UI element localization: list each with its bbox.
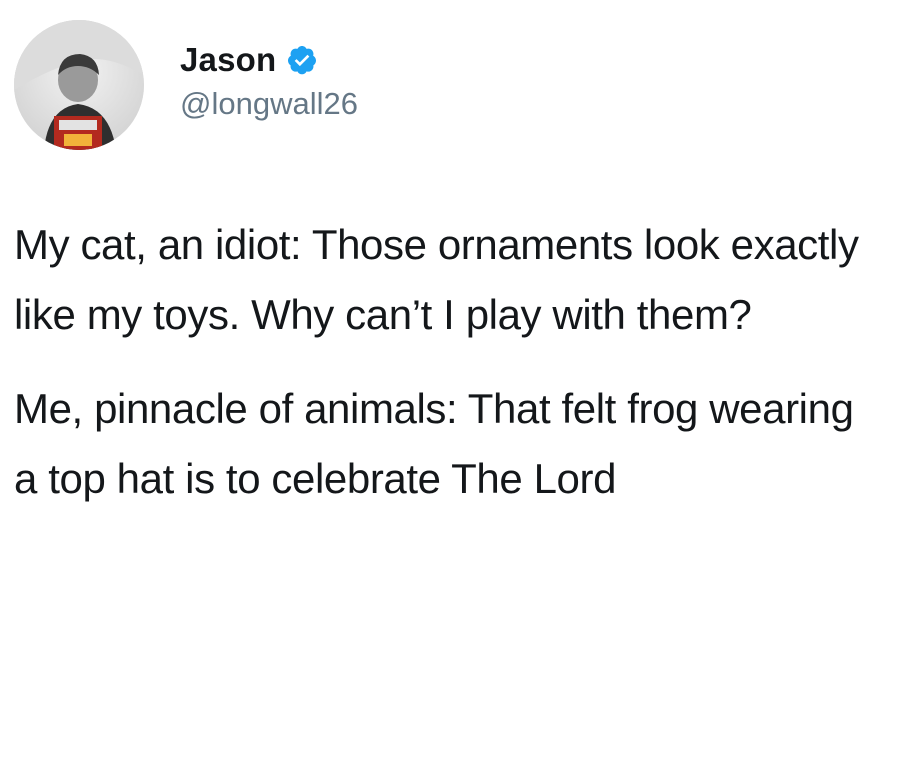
- tweet-card: Jason @longwall26 My cat, an idiot: Thos…: [0, 0, 900, 778]
- user-handle[interactable]: @longwall26: [180, 86, 358, 122]
- avatar-photo: [14, 20, 144, 150]
- name-row: Jason: [180, 40, 358, 80]
- tweet-body: My cat, an idiot: Those ornaments look e…: [14, 210, 884, 514]
- display-name[interactable]: Jason: [180, 41, 276, 79]
- tweet-paragraph-2: Me, pinnacle of animals: That felt frog …: [14, 385, 854, 502]
- tweet-paragraph-1: My cat, an idiot: Those ornaments look e…: [14, 221, 859, 338]
- tweet-header: Jason @longwall26: [14, 20, 358, 150]
- avatar[interactable]: [14, 20, 144, 150]
- author-identity: Jason @longwall26: [180, 40, 358, 122]
- verified-badge-icon: [286, 44, 318, 76]
